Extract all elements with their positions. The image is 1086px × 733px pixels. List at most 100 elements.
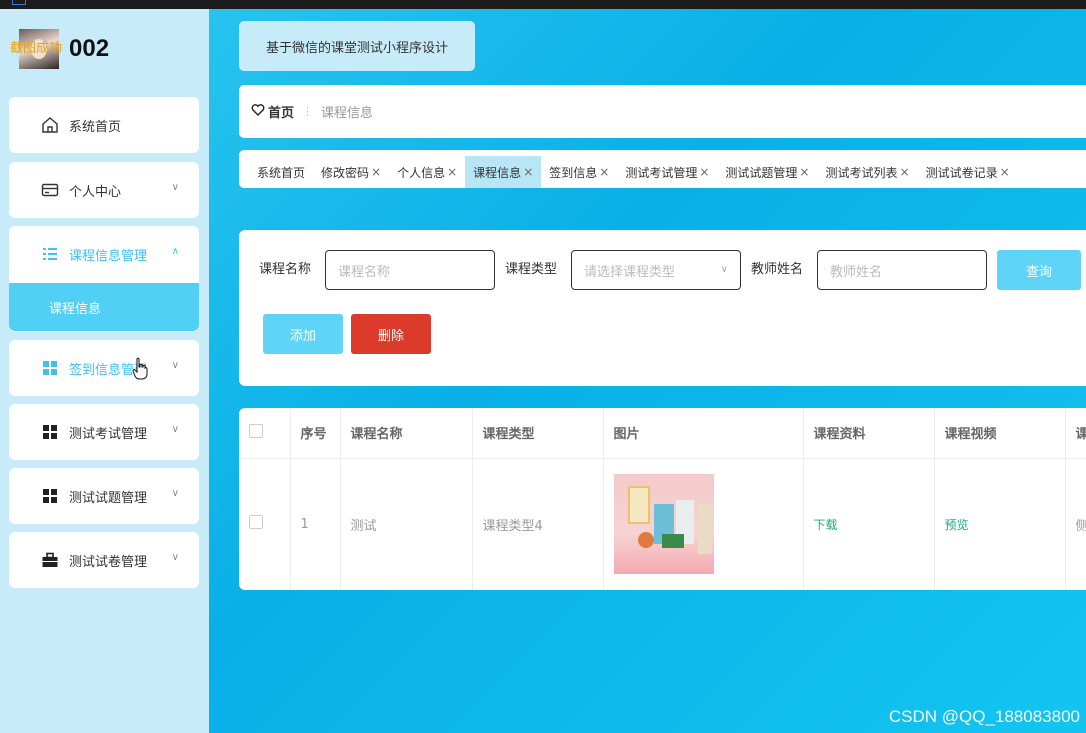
sidebar-item-exam-management[interactable]: 测试考试管理 ∨ — [9, 404, 199, 460]
tab-label: 修改密码 — [321, 165, 370, 180]
screenshot-toast: 截图成功 — [10, 41, 63, 56]
add-button[interactable]: 添加 — [263, 314, 343, 354]
breadcrumb-separator: ⋮ — [302, 105, 314, 118]
course-type-placeholder: 请选择课程类型 — [584, 264, 676, 280]
grid-icon — [41, 359, 59, 377]
watermark: CSDN @QQ_188083800 — [888, 707, 1080, 726]
close-icon[interactable]: × — [699, 165, 709, 179]
column-header: 课程类型 — [472, 408, 604, 459]
close-icon[interactable]: × — [599, 165, 609, 179]
row-extra-cell: 侧 — [1065, 458, 1086, 590]
chevron-down-icon: ∨ — [171, 360, 179, 371]
course-table: 序号 课程名称 课程类型 图片 课程资料 课程视频 课 1 测试 课程类型4 下… — [239, 408, 1086, 590]
close-icon[interactable]: × — [523, 165, 533, 179]
sidebar-item-label: 测试考试管理 — [69, 426, 148, 442]
tab-label: 课程信息 — [473, 165, 522, 180]
briefcase-icon — [41, 551, 59, 569]
row-index: 1 — [290, 458, 341, 590]
window-title-bar — [0, 0, 1086, 9]
tab-bar: 系统首页 修改密码 × 个人信息 × 课程信息 × 签到信息 × 测试考试管理 × 测试试… — [239, 150, 1086, 188]
sidebar-item-label: 个人中心 — [69, 184, 122, 200]
sidebar-item-label: 测试试题管理 — [69, 490, 148, 506]
tab-question-management[interactable]: 测试试题管理 × — [717, 156, 817, 188]
row-checkbox[interactable] — [249, 515, 263, 529]
tab-label: 测试考试列表 — [825, 165, 898, 180]
close-icon[interactable]: × — [447, 165, 457, 179]
column-header: 课程视频 — [934, 408, 1066, 459]
query-button[interactable]: 查询 — [997, 250, 1081, 290]
column-header: 图片 — [603, 408, 804, 459]
tab-exam-management[interactable]: 测试考试管理 × — [617, 156, 717, 188]
tab-label: 测试试题管理 — [725, 165, 798, 180]
search-panel: 课程名称 课程名称 课程类型 请选择课程类型 ∨ 教师姓名 教师姓名 查询 添加… — [239, 230, 1086, 386]
tab-home[interactable]: 系统首页 — [249, 156, 313, 188]
tab-course-info[interactable]: 课程信息 × — [465, 156, 542, 188]
row-select-cell — [239, 458, 291, 590]
tab-label: 个人信息 — [397, 165, 446, 180]
system-title: 基于微信的课堂测试小程序设计 — [239, 21, 475, 71]
chevron-down-icon: ∨ — [171, 488, 179, 499]
chevron-down-icon: ∨ — [720, 264, 728, 275]
close-icon[interactable]: × — [1000, 165, 1010, 179]
close-icon[interactable]: × — [371, 165, 381, 179]
column-header: 序号 — [290, 408, 341, 459]
breadcrumb: 首页 ⋮ 课程信息 — [239, 85, 1086, 138]
list-icon — [41, 245, 59, 263]
column-header: 课程名称 — [340, 408, 473, 459]
username: 002 — [69, 35, 110, 62]
download-link[interactable]: 下载 — [803, 458, 935, 590]
tab-exam-list[interactable]: 测试考试列表 × — [817, 156, 917, 188]
course-name-input[interactable]: 课程名称 — [325, 250, 495, 290]
table-row: 1 测试 课程类型4 下载 预览 侧 — [239, 458, 1086, 590]
sidebar-subitem-course-info[interactable]: 课程信息 — [9, 283, 199, 331]
teacher-name-placeholder: 教师姓名 — [830, 264, 883, 280]
tab-label: 测试试卷记录 — [925, 165, 998, 180]
course-type-select[interactable]: 请选择课程类型 ∨ — [571, 250, 741, 290]
sidebar-item-paper-management[interactable]: 测试试卷管理 ∨ — [9, 532, 199, 588]
grid-icon — [41, 423, 59, 441]
table-header-row: 序号 课程名称 课程类型 图片 课程资料 课程视频 课 — [239, 408, 1086, 459]
preview-link[interactable]: 预览 — [934, 458, 1066, 590]
tab-change-password[interactable]: 修改密码 × — [313, 156, 389, 188]
chevron-down-icon: ∨ — [171, 552, 179, 563]
sidebar-item-label: 测试试卷管理 — [69, 554, 148, 570]
course-type-label: 课程类型 — [505, 262, 558, 277]
row-course-type: 课程类型4 — [472, 458, 604, 590]
tab-label: 系统首页 — [257, 165, 306, 180]
card-icon — [41, 181, 59, 199]
grid-icon — [41, 487, 59, 505]
close-icon[interactable]: × — [799, 165, 809, 179]
sidebar-item-question-management[interactable]: 测试试题管理 ∨ — [9, 468, 199, 524]
sidebar-item-label: 课程信息管理 — [69, 248, 148, 264]
select-all-cell — [239, 408, 291, 459]
sidebar-item-personal-center[interactable]: 个人中心 ∨ — [9, 162, 199, 218]
teacher-name-label: 教师姓名 — [751, 262, 804, 277]
tab-label: 签到信息 — [549, 165, 598, 180]
course-image[interactable] — [613, 474, 714, 574]
teacher-name-input[interactable]: 教师姓名 — [817, 250, 987, 290]
course-name-label: 课程名称 — [259, 262, 312, 277]
chevron-down-icon: ∨ — [171, 182, 179, 193]
row-image-cell — [603, 458, 804, 590]
chevron-down-icon: ∨ — [171, 424, 179, 435]
row-course-name: 测试 — [340, 458, 473, 590]
tab-personal-info[interactable]: 个人信息 × — [389, 156, 465, 188]
heart-icon — [251, 103, 265, 121]
tab-label: 测试考试管理 — [625, 165, 698, 180]
window-icon — [12, 0, 26, 5]
sidebar-item-home[interactable]: 系统首页 — [9, 97, 199, 153]
close-icon[interactable]: × — [900, 165, 910, 179]
sidebar-item-signin-management[interactable]: 签到信息管理 ∨ — [9, 340, 199, 396]
tab-signin-info[interactable]: 签到信息 × — [541, 156, 617, 188]
home-icon — [41, 116, 59, 134]
tab-paper-records[interactable]: 测试试卷记录 × — [918, 156, 1018, 188]
chevron-up-icon: ∧ — [171, 246, 179, 257]
select-all-checkbox[interactable] — [249, 423, 263, 438]
sidebar-item-label: 系统首页 — [69, 119, 122, 135]
hand-cursor-icon — [132, 357, 148, 380]
column-header: 课程资料 — [803, 408, 935, 459]
course-name-placeholder: 课程名称 — [338, 264, 391, 280]
delete-button[interactable]: 删除 — [351, 314, 431, 354]
breadcrumb-home[interactable]: 首页 — [268, 102, 294, 121]
breadcrumb-current: 课程信息 — [321, 106, 374, 121]
